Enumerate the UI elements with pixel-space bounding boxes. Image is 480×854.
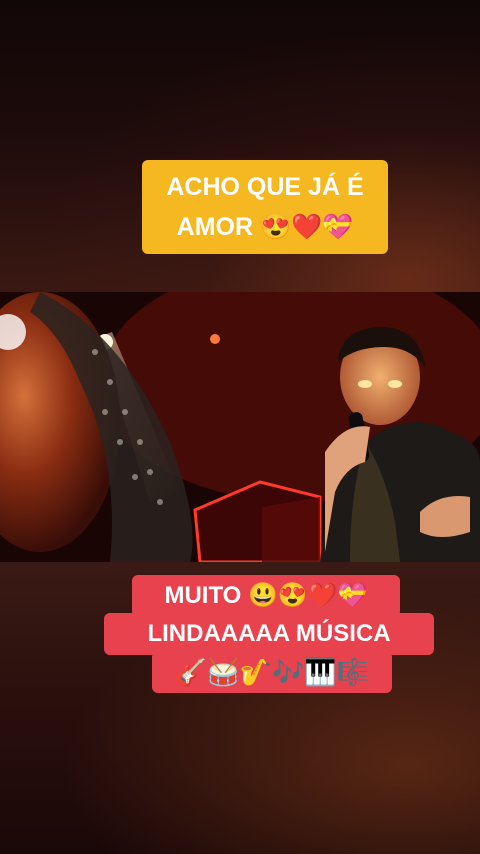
caption-bottom-line-1: MUITO 😃😍❤️💝 bbox=[132, 575, 400, 617]
video-scene bbox=[0, 292, 480, 562]
caption-bottom-line-3: 🎸🥁🎷🎶🎹🎼 bbox=[152, 651, 392, 693]
caption-top-line-1: ACHO QUE JÁ É bbox=[166, 173, 364, 201]
video-frame[interactable] bbox=[0, 292, 480, 562]
caption-bottom: MUITO 😃😍❤️💝 LINDAAAAA MÚSICA 🎸🥁🎷🎶🎹🎼 bbox=[104, 575, 434, 693]
caption-bottom-line-2: LINDAAAAA MÚSICA bbox=[104, 613, 434, 655]
caption-top-line-2: AMOR 😍❤️💝 bbox=[176, 213, 354, 241]
caption-top: ACHO QUE JÁ É AMOR 😍❤️💝 bbox=[142, 160, 388, 254]
